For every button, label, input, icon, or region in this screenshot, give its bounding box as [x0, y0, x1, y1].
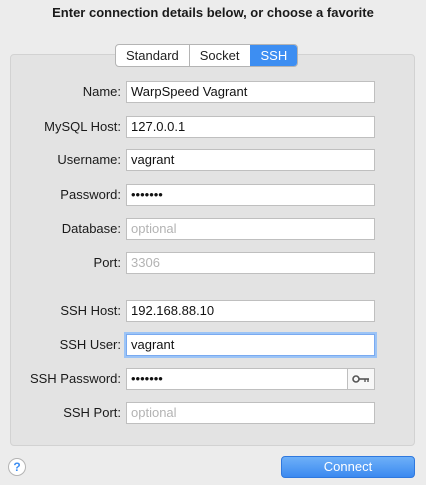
ssh-port-field[interactable]: optional — [126, 402, 375, 424]
mysql-host-label: MySQL Host: — [44, 119, 121, 134]
mysql-host-field[interactable]: 127.0.0.1 — [126, 116, 375, 138]
username-row: Username: vagrant — [0, 149, 426, 171]
ssh-host-row: SSH Host: 192.168.88.10 — [0, 300, 426, 322]
key-icon — [352, 375, 369, 383]
tab-socket[interactable]: Socket — [188, 45, 250, 66]
connect-button[interactable]: Connect — [281, 456, 415, 478]
connection-type-tabs: Standard Socket SSH — [115, 44, 299, 67]
database-label: Database: — [61, 221, 121, 236]
name-row: Name: WarpSpeed Vagrant — [0, 81, 426, 103]
ssh-user-label: SSH User: — [59, 337, 121, 352]
ssh-port-label: SSH Port: — [63, 405, 121, 420]
help-icon[interactable]: ? — [8, 458, 26, 476]
password-field[interactable]: ••••••• — [126, 184, 375, 206]
ssh-host-field[interactable]: 192.168.88.10 — [126, 300, 375, 322]
ssh-user-row: SSH User: vagrant — [0, 334, 426, 356]
name-field[interactable]: WarpSpeed Vagrant — [126, 81, 375, 103]
ssh-port-row: SSH Port: optional — [0, 402, 426, 424]
username-label: Username: — [57, 152, 121, 167]
password-label: Password: — [60, 187, 121, 202]
ssh-password-label: SSH Password: — [29, 371, 121, 386]
database-row: Database: optional — [0, 218, 426, 240]
ssh-password-row: SSH Password: ••••••• — [0, 368, 426, 390]
ssh-user-field[interactable]: vagrant — [126, 334, 375, 356]
ssh-key-button[interactable] — [347, 368, 375, 390]
port-field[interactable]: 3306 — [126, 252, 375, 274]
mysql-host-row: MySQL Host: 127.0.0.1 — [0, 116, 426, 138]
database-field[interactable]: optional — [126, 218, 375, 240]
dialog-heading: Enter connection details below, or choos… — [52, 5, 374, 20]
password-row: Password: ••••••• — [0, 184, 426, 206]
username-field[interactable]: vagrant — [126, 149, 375, 171]
ssh-host-label: SSH Host: — [60, 303, 121, 318]
port-label: Port: — [93, 255, 121, 270]
ssh-password-field[interactable]: ••••••• — [126, 368, 348, 390]
tab-ssh[interactable]: SSH — [249, 45, 298, 66]
tab-standard[interactable]: Standard — [116, 45, 189, 66]
port-row: Port: 3306 — [0, 252, 426, 274]
name-label: Name: — [82, 84, 121, 99]
